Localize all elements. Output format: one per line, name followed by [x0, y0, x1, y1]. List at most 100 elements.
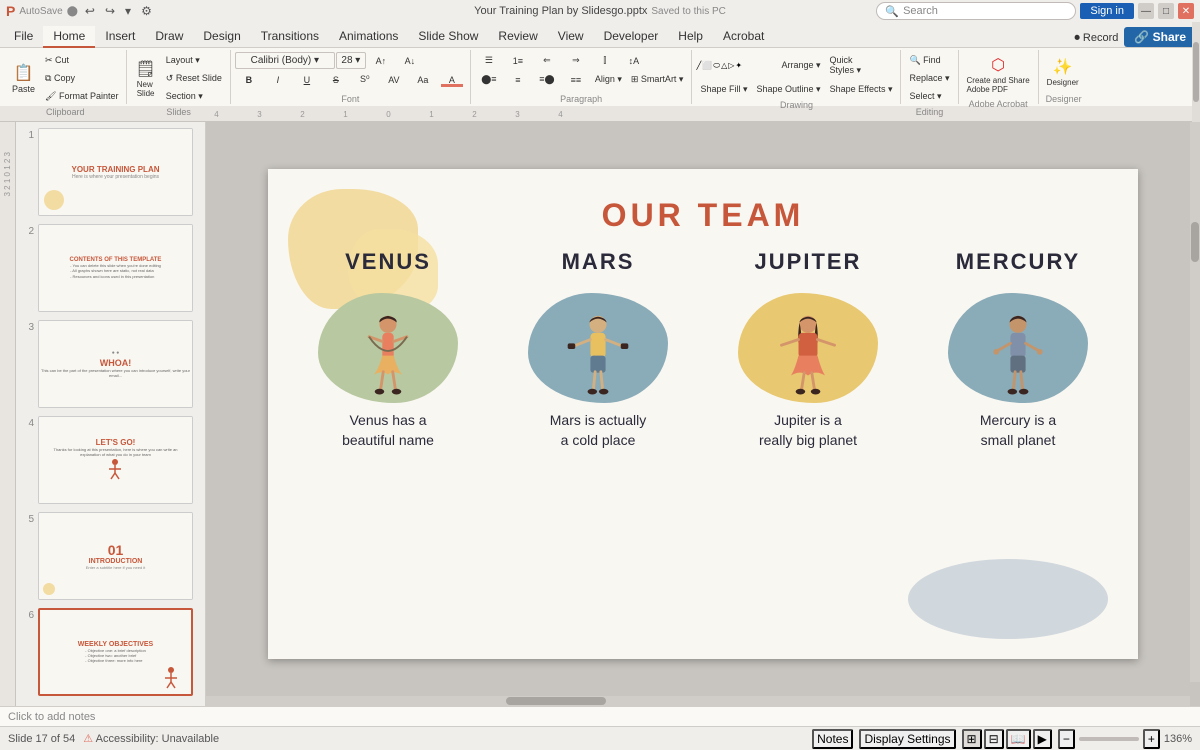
font-size-alt-button[interactable]: Aa	[409, 72, 437, 88]
reading-view-button[interactable]: 📖	[1006, 729, 1031, 749]
shape-outline-button[interactable]: Shape Outline ▾	[753, 81, 825, 98]
shape-item[interactable]: ╱	[696, 61, 701, 71]
shape-item[interactable]: ⬜	[702, 61, 712, 71]
quick-styles-button[interactable]: QuickStyles ▾	[826, 52, 866, 79]
text-direction-button[interactable]: ↕A	[620, 53, 648, 69]
shape-item[interactable]: △	[721, 61, 727, 71]
qat-customize-button[interactable]: ⚙	[138, 3, 155, 19]
display-settings-button[interactable]: Display Settings	[859, 729, 955, 749]
italic-button[interactable]: I	[264, 72, 292, 88]
font-size-selector[interactable]: 28 ▾	[336, 52, 366, 69]
justify-button[interactable]: ≡≡	[562, 72, 590, 88]
jupiter-figure-svg	[768, 313, 848, 403]
section-button[interactable]: Section ▾	[162, 88, 226, 105]
numbering-button[interactable]: 1≡	[504, 53, 532, 69]
normal-view-button[interactable]: ⊞	[962, 729, 982, 749]
slide-thumb-1[interactable]: 1 YOUR TRAINING PLAN Here is where your …	[20, 126, 201, 218]
slide-thumb-3[interactable]: 3 ● ● WHOA! This can be the part of the …	[20, 318, 201, 410]
tab-help[interactable]: Help	[668, 26, 713, 48]
tab-view[interactable]: View	[548, 26, 594, 48]
autosave-toggle[interactable]: ⬤	[67, 6, 78, 17]
file-title: Your Training Plan by Slidesgo.pptx	[474, 5, 647, 17]
font-family-selector[interactable]: Calibri (Body) ▾	[235, 52, 335, 69]
columns-button[interactable]: ⫿	[591, 52, 619, 69]
increase-font-button[interactable]: A↑	[367, 53, 395, 69]
arrange-button[interactable]: Arrange ▾	[777, 57, 824, 74]
text-shadow-button[interactable]: S⁰	[351, 71, 379, 88]
tab-draw[interactable]: Draw	[145, 26, 193, 48]
slide-thumb-4[interactable]: 4 LET'S GO! Thanks for looking at this p…	[20, 414, 201, 506]
tab-review[interactable]: Review	[488, 26, 547, 48]
undo-button[interactable]: ↩	[82, 3, 98, 19]
signin-button[interactable]: Sign in	[1080, 3, 1134, 19]
select-button[interactable]: Select ▾	[905, 88, 945, 105]
smartart-button[interactable]: ⊞ SmartArt ▾	[627, 71, 688, 88]
tab-file[interactable]: File	[4, 26, 43, 48]
font-color-button[interactable]: A	[438, 72, 466, 88]
jupiter-figure	[768, 313, 848, 403]
align-right-button[interactable]: ≡⬤	[533, 71, 561, 88]
adobe-icon: ⬡	[991, 55, 1005, 75]
canvas-scrollbar-h-thumb[interactable]	[506, 697, 606, 705]
share-button[interactable]: 🔗 Share	[1124, 27, 1196, 47]
zoom-out-button[interactable]: −	[1058, 729, 1075, 749]
align-left-button[interactable]: ⬤≡	[475, 71, 503, 88]
bullets-button[interactable]: ☰	[475, 52, 503, 69]
increase-indent-button[interactable]: ⇒	[562, 52, 590, 69]
tab-acrobat[interactable]: Acrobat	[713, 26, 774, 48]
tab-animations[interactable]: Animations	[329, 26, 408, 48]
shape-item[interactable]: ✦	[735, 61, 742, 71]
find-button[interactable]: 🔍 Find	[905, 52, 944, 69]
slide-thumb-2[interactable]: 2 CONTENTS OF THIS TEMPLATE - You can de…	[20, 222, 201, 314]
align-text-button[interactable]: Align ▾	[591, 71, 626, 88]
close-button[interactable]: ✕	[1178, 3, 1194, 19]
designer-button[interactable]: ✨ Designer	[1043, 54, 1083, 90]
char-spacing-button[interactable]: AV	[380, 72, 408, 88]
shape-item[interactable]: ⬭	[713, 61, 720, 71]
layout-button[interactable]: Layout ▾	[162, 52, 226, 69]
restore-button[interactable]: □	[1158, 3, 1174, 19]
record-button[interactable]: ⏺ Record	[1068, 30, 1124, 47]
reset-slide-button[interactable]: ↺ Reset Slide	[162, 70, 226, 87]
zoom-in-button[interactable]: +	[1143, 729, 1160, 749]
notes-button[interactable]: Notes	[812, 729, 853, 749]
slide-canvas: OUR TEAM VENUS	[268, 169, 1138, 659]
bold-button[interactable]: B	[235, 72, 263, 88]
canvas-scrollbar-thumb[interactable]	[1191, 222, 1199, 262]
format-painter-button[interactable]: 🖌 Format Painter	[41, 88, 122, 105]
paste-button[interactable]: 📋 Paste	[8, 60, 39, 97]
notes-bar[interactable]: Click to add notes	[0, 706, 1200, 726]
tab-insert[interactable]: Insert	[95, 26, 145, 48]
canvas-scrollbar-h[interactable]	[206, 696, 1190, 706]
tab-developer[interactable]: Developer	[594, 26, 669, 48]
redo-button[interactable]: ↪	[102, 3, 118, 19]
replace-button[interactable]: Replace ▾	[905, 70, 953, 87]
decrease-indent-button[interactable]: ⇐	[533, 52, 561, 69]
tab-transitions[interactable]: Transitions	[251, 26, 329, 48]
shape-item[interactable]: ▷	[728, 61, 734, 71]
minimize-button[interactable]: —	[1138, 3, 1154, 19]
create-share-pdf-button[interactable]: ⬡ Create and ShareAdobe PDF	[963, 52, 1034, 97]
strikethrough-button[interactable]: S	[322, 72, 350, 88]
tab-slideshow[interactable]: Slide Show	[408, 26, 488, 48]
font-group: Calibri (Body) ▾ 28 ▾ A↑ A↓ B I U S S⁰ A…	[231, 50, 471, 104]
slide-sorter-button[interactable]: ⊟	[984, 729, 1004, 749]
slide-thumb-5[interactable]: 5 01 INTRODUCTION Enter a subtitle here …	[20, 510, 201, 602]
slide-thumb-6[interactable]: 6 WEEKLY OBJECTIVES - Objective one: a b…	[20, 606, 201, 698]
align-center-button[interactable]: ≡	[504, 72, 532, 88]
cut-button[interactable]: ✂ Cut	[41, 52, 122, 69]
zoom-slider[interactable]	[1079, 737, 1139, 741]
slideshow-button[interactable]: ▶	[1033, 729, 1052, 749]
canvas-scrollbar-v[interactable]	[1190, 122, 1200, 682]
underline-button[interactable]: U	[293, 72, 321, 88]
tab-home[interactable]: Home	[43, 26, 95, 48]
qat-more-button[interactable]: ▾	[122, 3, 134, 19]
search-box[interactable]: 🔍 Search	[876, 2, 1076, 20]
shape-fill-button[interactable]: Shape Fill ▾	[696, 81, 751, 98]
new-slide-button[interactable]: 🗒 NewSlide	[131, 56, 159, 101]
copy-button[interactable]: ⧉ Copy	[41, 70, 122, 87]
tab-design[interactable]: Design	[193, 26, 250, 48]
decrease-font-button[interactable]: A↓	[396, 53, 424, 69]
app-logo: P	[6, 3, 15, 19]
shape-effects-button[interactable]: Shape Effects ▾	[826, 81, 897, 98]
